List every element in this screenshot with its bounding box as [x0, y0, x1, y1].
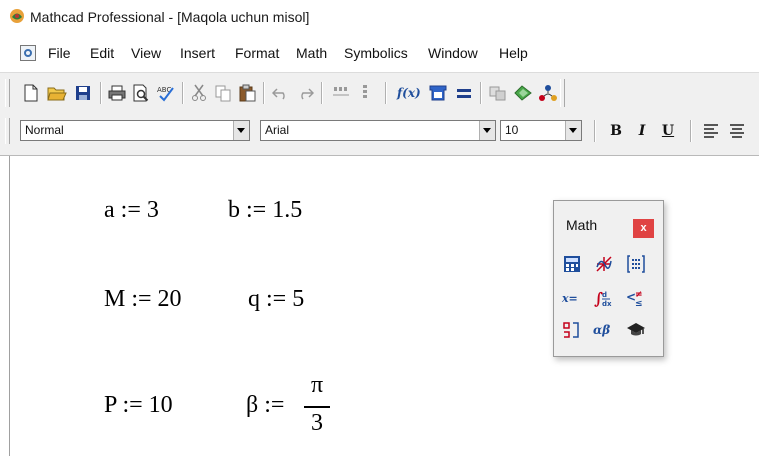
math-region-beta[interactable]: β :=: [246, 392, 284, 419]
save-icon[interactable]: [72, 82, 94, 104]
toolbar-grip[interactable]: [5, 118, 10, 144]
symbolic-toolbar-button[interactable]: [624, 319, 648, 341]
align-left-icon[interactable]: [700, 120, 722, 142]
svg-text:x=: x=: [561, 292, 578, 305]
chevron-down-icon[interactable]: [233, 121, 249, 140]
menu-window[interactable]: Window: [428, 45, 478, 61]
mathcad-app-icon: [10, 9, 24, 23]
insert-unit-icon[interactable]: [427, 82, 449, 104]
align-center-icon[interactable]: [726, 120, 748, 142]
math-region-b[interactable]: b := 1.5: [228, 197, 302, 224]
toolbar-separator: [182, 82, 184, 104]
evaluation-icon: x=: [561, 292, 578, 305]
evaluation-toolbar-button[interactable]: x=: [560, 287, 584, 309]
italic-button[interactable]: I: [632, 121, 652, 141]
matrix-toolbar-button[interactable]: [624, 253, 648, 275]
greek-icon: αβ: [593, 323, 610, 337]
fraction-denominator: 3: [311, 410, 323, 436]
graph-toolbar-button[interactable]: [592, 253, 616, 275]
component-icon[interactable]: [487, 82, 509, 104]
title-bar: Mathcad Professional - [Maqola uchun mis…: [0, 0, 759, 40]
copy-icon[interactable]: [212, 82, 234, 104]
toolbar-separator: [480, 82, 482, 104]
programming-toolbar-button[interactable]: [560, 319, 584, 341]
svg-text:dx: dx: [602, 300, 612, 308]
bold-button[interactable]: B: [606, 121, 626, 141]
formatting-toolbar: Normal Arial 10 B I U: [0, 113, 759, 156]
toolbar-separator: [594, 120, 596, 142]
boolean-icon: <≠≤: [626, 290, 643, 308]
menu-symbolics[interactable]: Symbolics: [344, 45, 408, 61]
style-value: Normal: [25, 123, 64, 137]
calculate-icon[interactable]: [453, 82, 475, 104]
toolbar-separator: [321, 82, 323, 104]
math-palette[interactable]: Math x x= ∫ d dx < ≠ ≤ αβ: [553, 200, 664, 357]
boolean-toolbar-button[interactable]: < ≠ ≤: [624, 287, 648, 309]
menu-help[interactable]: Help: [499, 45, 528, 61]
cut-icon[interactable]: [188, 82, 210, 104]
font-size-value: 10: [505, 123, 519, 137]
menu-math[interactable]: Math: [296, 45, 327, 61]
greek-toolbar-button[interactable]: αβ: [592, 319, 616, 341]
collaboratory-icon[interactable]: [537, 82, 559, 104]
print-preview-icon[interactable]: [130, 82, 152, 104]
style-dropdown[interactable]: Normal: [20, 120, 250, 141]
close-button[interactable]: x: [633, 219, 654, 238]
insert-function-icon[interactable]: f(x): [395, 82, 423, 104]
programming-icon: [563, 322, 579, 338]
fraction-bar: [304, 406, 330, 408]
new-icon[interactable]: [20, 82, 42, 104]
paste-icon[interactable]: [236, 82, 258, 104]
menu-view[interactable]: View: [131, 45, 161, 61]
align-across-icon[interactable]: [330, 82, 352, 104]
toolbar-grip[interactable]: [5, 79, 10, 107]
chevron-down-icon[interactable]: [565, 121, 581, 140]
menu-format[interactable]: Format: [235, 45, 279, 61]
document-icon[interactable]: [20, 45, 36, 61]
toolbar-separator: [100, 82, 102, 104]
menu-insert[interactable]: Insert: [180, 45, 215, 61]
resource-center-icon[interactable]: [512, 82, 534, 104]
undo-icon[interactable]: [270, 82, 292, 104]
math-region-p[interactable]: P := 10: [104, 392, 173, 419]
menu-file[interactable]: File: [48, 45, 71, 61]
toolbar-separator: [690, 120, 692, 142]
redo-icon[interactable]: [294, 82, 316, 104]
svg-text:αβ: αβ: [593, 323, 610, 337]
toolbar-separator: [385, 82, 387, 104]
menu-bar: File Edit View Insert Format Math Symbol…: [0, 38, 759, 70]
window-title: Mathcad Professional - [Maqola uchun mis…: [30, 9, 310, 25]
spell-check-icon[interactable]: ABC: [155, 82, 177, 104]
matrix-icon: [627, 255, 645, 273]
svg-text:f(x): f(x): [396, 86, 421, 100]
underline-button[interactable]: U: [658, 121, 678, 141]
print-icon[interactable]: [106, 82, 128, 104]
toolbar-separator: [263, 82, 265, 104]
chevron-down-icon[interactable]: [479, 121, 495, 140]
math-region-m[interactable]: M := 20: [104, 286, 182, 313]
fraction-numerator: π: [310, 372, 324, 398]
toolbar-grip[interactable]: [560, 79, 565, 107]
symbolic-graduation-cap-icon: [627, 323, 645, 336]
svg-text:d: d: [602, 291, 607, 299]
calculator-toolbar-button[interactable]: [560, 253, 584, 275]
calculus-icon: ∫ddx: [594, 289, 612, 308]
align-down-icon[interactable]: [354, 82, 376, 104]
standard-toolbar: ABC f(x): [0, 72, 759, 114]
font-dropdown[interactable]: Arial: [260, 120, 496, 141]
calculator-icon: [564, 256, 580, 272]
graph-icon: [596, 256, 612, 272]
open-folder-icon[interactable]: [46, 82, 68, 104]
font-size-dropdown[interactable]: 10: [500, 120, 582, 141]
math-region-q[interactable]: q := 5: [248, 286, 304, 313]
palette-title: Math: [566, 217, 598, 233]
menu-edit[interactable]: Edit: [90, 45, 114, 61]
svg-text:≤: ≤: [635, 299, 643, 308]
font-value: Arial: [265, 123, 290, 137]
math-region-a[interactable]: a := 3: [104, 197, 159, 224]
calculus-toolbar-button[interactable]: ∫ d dx: [592, 287, 616, 309]
worksheet-border: [9, 156, 10, 456]
